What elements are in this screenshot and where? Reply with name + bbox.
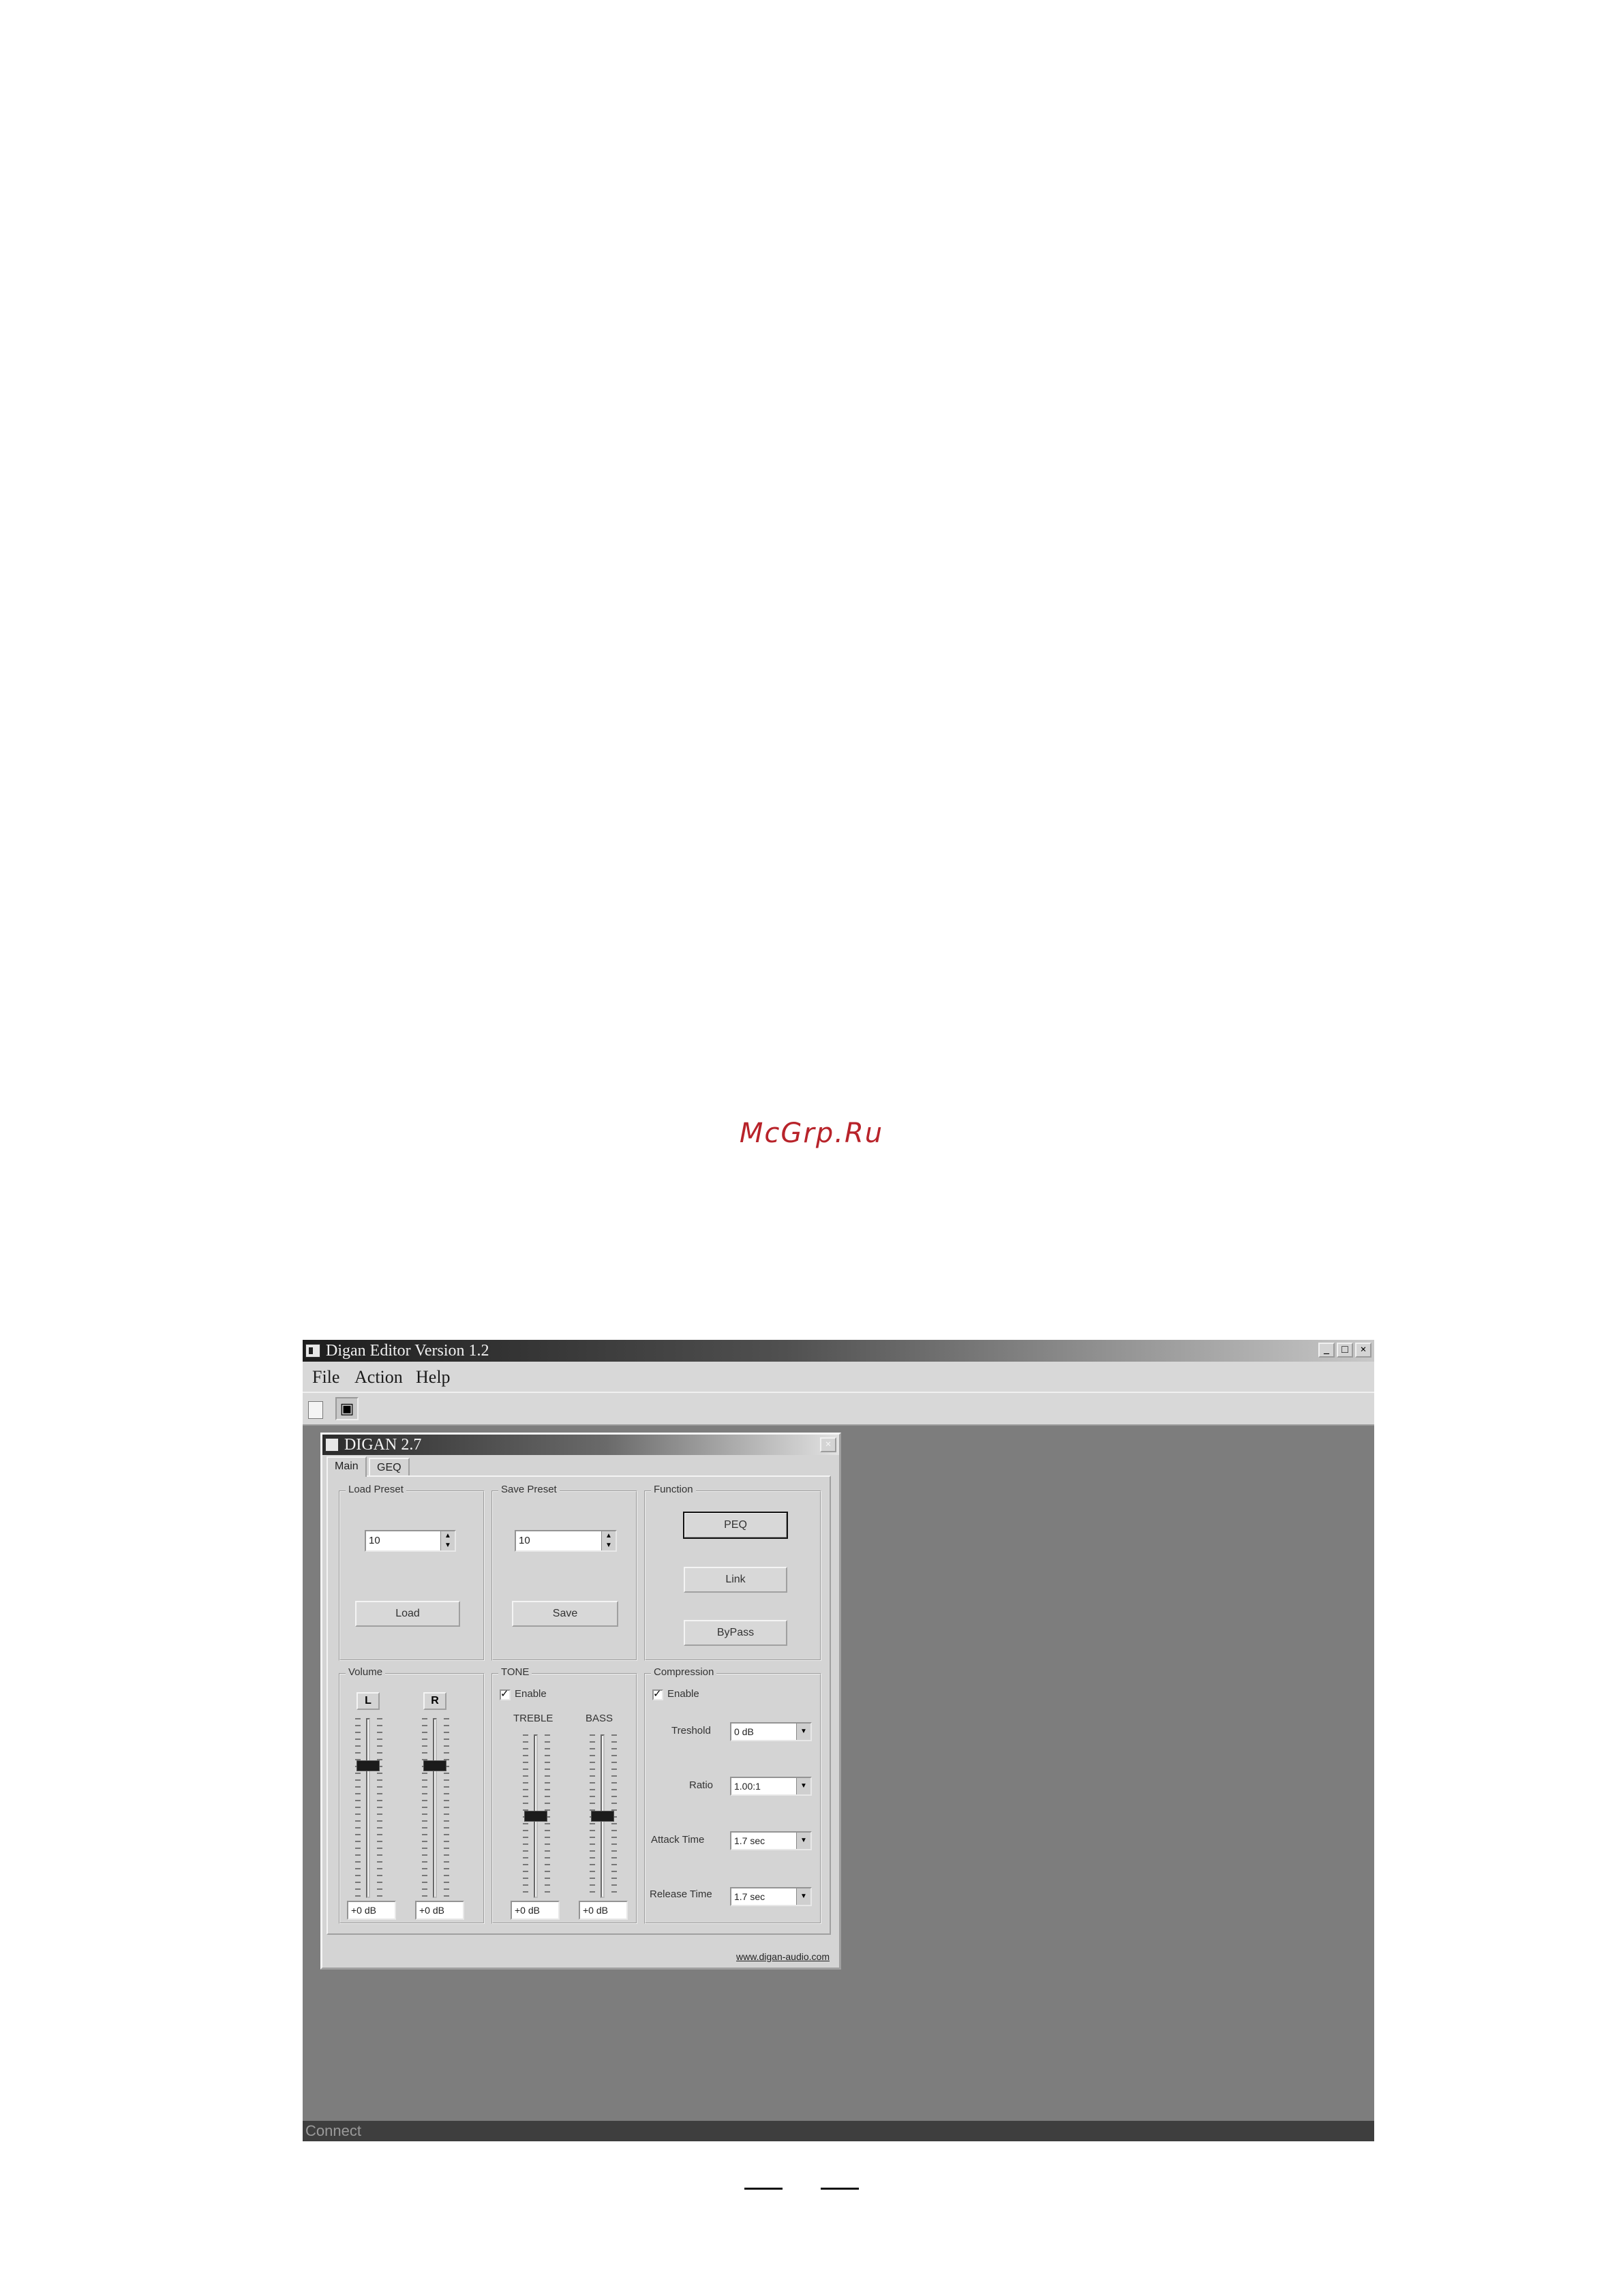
digan-window: DIGAN 2.7 × Main GEQ Load Preset 10 ▲ ▼ … — [320, 1433, 841, 1970]
load-preset-label: Load Preset — [346, 1484, 406, 1495]
app-icon — [305, 1344, 320, 1358]
minimize-button[interactable]: _ — [1318, 1343, 1335, 1358]
load-preset-spinner[interactable]: 10 ▲ ▼ — [365, 1530, 456, 1552]
threshold-select[interactable]: 0 dB ▼ — [730, 1722, 812, 1741]
channel-left-label: L — [357, 1692, 380, 1710]
volume-label: Volume — [346, 1666, 386, 1678]
volume-right-slider[interactable] — [416, 1718, 455, 1898]
volume-left-thumb[interactable] — [357, 1760, 380, 1771]
volume-left-readout[interactable]: +0 dB — [347, 1901, 396, 1920]
digan-window-title: DIGAN 2.7 — [344, 1436, 422, 1454]
threshold-label: Treshold — [671, 1725, 711, 1736]
tone-enable-label: Enable — [515, 1688, 547, 1700]
bypass-button[interactable]: ByPass — [684, 1620, 787, 1646]
maximize-button[interactable]: □ — [1337, 1343, 1353, 1358]
tone-group: TONE Enable TREBLE BASS +0 dB +0 dB — [491, 1666, 637, 1924]
dropdown-arrow-icon[interactable]: ▼ — [796, 1724, 810, 1740]
dropdown-arrow-icon[interactable]: ▼ — [796, 1778, 810, 1794]
treble-thumb[interactable] — [524, 1811, 547, 1822]
ratio-value: 1.00:1 — [734, 1781, 761, 1792]
bass-slider[interactable] — [584, 1734, 622, 1898]
digan-titlebar[interactable]: DIGAN 2.7 × — [322, 1435, 839, 1455]
volume-right-thumb[interactable] — [423, 1760, 446, 1771]
compression-group: Compression Enable Treshold 0 dB ▼ Ratio… — [644, 1666, 821, 1924]
tab-geq[interactable]: GEQ — [369, 1458, 410, 1477]
volume-left-slider[interactable] — [350, 1718, 388, 1898]
new-document-icon[interactable] — [308, 1401, 323, 1419]
ratio-label: Ratio — [689, 1779, 714, 1791]
tone-label: TONE — [498, 1666, 532, 1678]
dropdown-arrow-icon[interactable]: ▼ — [796, 1833, 810, 1849]
main-titlebar[interactable]: Digan Editor Version 1.2 _ □ × — [303, 1340, 1374, 1362]
website-link[interactable]: www.digan-audio.com — [736, 1951, 830, 1962]
tone-enable-checkbox[interactable] — [500, 1687, 511, 1700]
save-button[interactable]: Save — [512, 1601, 618, 1627]
release-time-label: Release Time — [650, 1888, 712, 1900]
watermark-text: McGrp.Ru — [739, 1118, 884, 1149]
save-preset-label: Save Preset — [498, 1484, 560, 1495]
spin-down-icon[interactable]: ▼ — [602, 1541, 616, 1550]
link-button[interactable]: Link — [684, 1567, 787, 1593]
dropdown-arrow-icon[interactable]: ▼ — [796, 1888, 810, 1905]
close-button[interactable]: × — [1355, 1343, 1371, 1358]
treble-label: TREBLE — [513, 1713, 553, 1724]
volume-right-readout[interactable]: +0 dB — [415, 1901, 464, 1920]
menu-file[interactable]: File — [312, 1367, 339, 1388]
status-bar: Connect — [303, 2121, 1374, 2141]
release-time-select[interactable]: 1.7 sec ▼ — [730, 1887, 812, 1906]
menubar: File Action Help — [303, 1362, 1374, 1392]
spin-up-icon[interactable]: ▲ — [602, 1531, 616, 1541]
attack-time-label: Attack Time — [651, 1834, 705, 1846]
menu-action[interactable]: Action — [354, 1367, 403, 1388]
save-preset-group: Save Preset 10 ▲ ▼ Save — [491, 1484, 637, 1661]
bass-readout[interactable]: +0 dB — [579, 1901, 628, 1920]
channel-right-label: R — [423, 1692, 446, 1710]
bass-label: BASS — [586, 1713, 613, 1724]
function-group: Function PEQ Link ByPass — [644, 1484, 821, 1661]
main-tab-panel: Load Preset 10 ▲ ▼ Load Save Preset 10 ▲ — [327, 1475, 831, 1935]
spin-up-icon[interactable]: ▲ — [441, 1531, 455, 1541]
connect-icon[interactable]: ▣ — [335, 1397, 359, 1420]
compression-enable-label: Enable — [667, 1688, 699, 1700]
bass-thumb[interactable] — [591, 1811, 614, 1822]
load-preset-group: Load Preset 10 ▲ ▼ Load — [339, 1484, 485, 1661]
save-preset-spinner[interactable]: 10 ▲ ▼ — [515, 1530, 617, 1552]
treble-readout[interactable]: +0 dB — [511, 1901, 560, 1920]
compression-enable-checkbox[interactable] — [652, 1687, 663, 1700]
compression-label: Compression — [651, 1666, 717, 1678]
load-preset-value: 10 — [369, 1535, 380, 1546]
ratio-select[interactable]: 1.00:1 ▼ — [730, 1777, 812, 1796]
load-button[interactable]: Load — [355, 1601, 460, 1627]
main-window: Digan Editor Version 1.2 _ □ × File Acti… — [303, 1340, 1374, 2141]
save-preset-value: 10 — [519, 1535, 530, 1546]
digan-window-icon — [325, 1438, 339, 1452]
spin-down-icon[interactable]: ▼ — [441, 1541, 455, 1550]
function-label: Function — [651, 1484, 696, 1495]
peq-button[interactable]: PEQ — [683, 1512, 788, 1539]
attack-time-value: 1.7 sec — [734, 1835, 765, 1846]
threshold-value: 0 dB — [734, 1726, 754, 1737]
release-time-value: 1.7 sec — [734, 1891, 765, 1902]
toolbar: ▣ — [303, 1392, 1374, 1426]
treble-slider[interactable] — [517, 1734, 556, 1898]
volume-group: Volume L R +0 dB +0 dB — [339, 1666, 485, 1924]
attack-time-select[interactable]: 1.7 sec ▼ — [730, 1831, 812, 1850]
main-window-title: Digan Editor Version 1.2 — [326, 1342, 489, 1360]
page-rule-right — [821, 2188, 859, 2190]
page-rule-left — [744, 2188, 783, 2190]
tab-main[interactable]: Main — [327, 1456, 367, 1477]
digan-close-button[interactable]: × — [820, 1437, 836, 1452]
menu-help[interactable]: Help — [416, 1367, 451, 1388]
